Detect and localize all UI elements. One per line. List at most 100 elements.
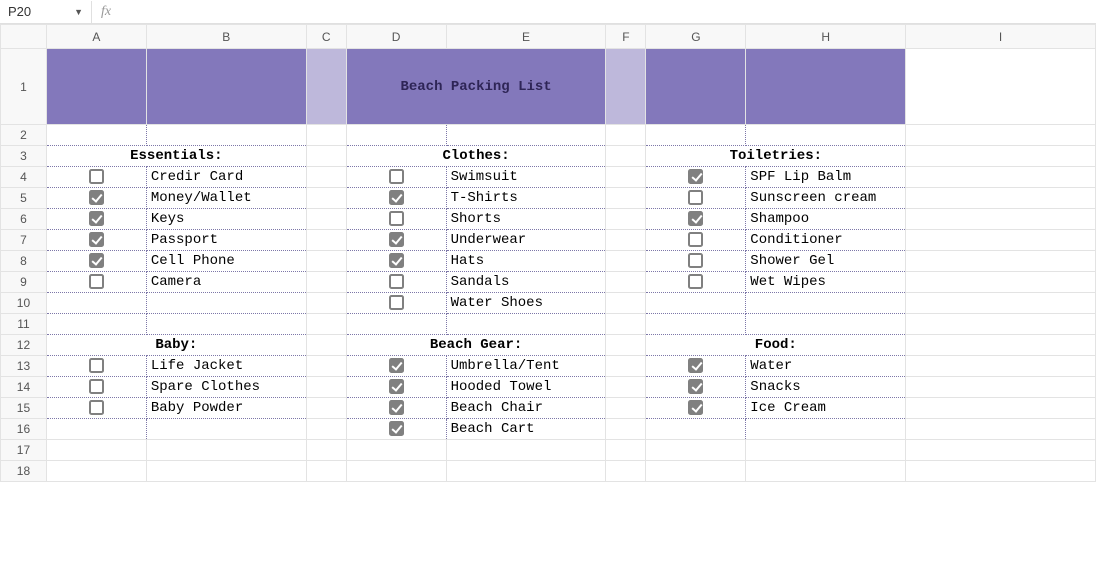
cell-F9[interactable] [606, 272, 646, 293]
checkbox-essentials-1[interactable] [46, 188, 146, 209]
item-essentials-4[interactable]: Cell Phone [146, 251, 306, 272]
item-toiletries-2[interactable]: Shampoo [746, 209, 906, 230]
item-baby-2[interactable]: Baby Powder [146, 398, 306, 419]
cell-F1[interactable] [606, 49, 646, 125]
item-beachgear-3[interactable]: Beach Cart [446, 419, 606, 440]
row-header-10[interactable]: 10 [1, 293, 47, 314]
cell-F17[interactable] [606, 440, 646, 461]
cell-I4[interactable] [906, 167, 1096, 188]
cell-F4[interactable] [606, 167, 646, 188]
formula-input[interactable] [120, 0, 1096, 23]
name-box[interactable]: P20 ▼ [0, 1, 92, 23]
item-essentials-1[interactable]: Money/Wallet [146, 188, 306, 209]
cell-I12[interactable] [906, 335, 1096, 356]
item-food-0[interactable]: Water [746, 356, 906, 377]
select-all-corner[interactable] [1, 25, 47, 49]
row-header-4[interactable]: 4 [1, 167, 47, 188]
cell-C4[interactable] [306, 167, 346, 188]
checkbox-essentials-0[interactable] [46, 167, 146, 188]
cell-C11[interactable] [306, 314, 346, 335]
cell-G2[interactable] [646, 125, 746, 146]
cell-F10[interactable] [606, 293, 646, 314]
checkbox-clothes-6[interactable] [346, 293, 446, 314]
checkbox-essentials-5[interactable] [46, 272, 146, 293]
cell-G1[interactable] [646, 49, 746, 125]
row-header-2[interactable]: 2 [1, 125, 47, 146]
cell-B10[interactable] [146, 293, 306, 314]
item-baby-0[interactable]: Life Jacket [146, 356, 306, 377]
cell-C3[interactable] [306, 146, 346, 167]
cell-F7[interactable] [606, 230, 646, 251]
checkbox-baby-2[interactable] [46, 398, 146, 419]
cell-I11[interactable] [906, 314, 1096, 335]
checkbox-clothes-5[interactable] [346, 272, 446, 293]
cell-I1[interactable] [906, 49, 1096, 125]
cell-I9[interactable] [906, 272, 1096, 293]
cell-A17[interactable] [46, 440, 146, 461]
cell-C17[interactable] [306, 440, 346, 461]
col-header-F[interactable]: F [606, 25, 646, 49]
cell-G18[interactable] [646, 461, 746, 482]
cell-G11[interactable] [646, 314, 746, 335]
checkbox-baby-1[interactable] [46, 377, 146, 398]
cell-F8[interactable] [606, 251, 646, 272]
item-toiletries-5[interactable]: Wet Wipes [746, 272, 906, 293]
checkbox-clothes-3[interactable] [346, 230, 446, 251]
checkbox-beachgear-0[interactable] [346, 356, 446, 377]
row-header-11[interactable]: 11 [1, 314, 47, 335]
checkbox-clothes-1[interactable] [346, 188, 446, 209]
cell-D17[interactable] [346, 440, 446, 461]
cell-G16[interactable] [646, 419, 746, 440]
row-header-1[interactable]: 1 [1, 49, 47, 125]
checkbox-toiletries-1[interactable] [646, 188, 746, 209]
col-header-D[interactable]: D [346, 25, 446, 49]
row-header-15[interactable]: 15 [1, 398, 47, 419]
item-food-2[interactable]: Ice Cream [746, 398, 906, 419]
item-clothes-5[interactable]: Sandals [446, 272, 606, 293]
checkbox-essentials-3[interactable] [46, 230, 146, 251]
item-toiletries-4[interactable]: Shower Gel [746, 251, 906, 272]
cell-B2[interactable] [146, 125, 306, 146]
cell-D18[interactable] [346, 461, 446, 482]
row-header-9[interactable]: 9 [1, 272, 47, 293]
item-clothes-1[interactable]: T-Shirts [446, 188, 606, 209]
cell-E2[interactable] [446, 125, 606, 146]
cell-F18[interactable] [606, 461, 646, 482]
col-header-I[interactable]: I [906, 25, 1096, 49]
row-header-14[interactable]: 14 [1, 377, 47, 398]
cell-C16[interactable] [306, 419, 346, 440]
checkbox-beachgear-1[interactable] [346, 377, 446, 398]
cell-F5[interactable] [606, 188, 646, 209]
cell-F15[interactable] [606, 398, 646, 419]
cell-C8[interactable] [306, 251, 346, 272]
cell-I18[interactable] [906, 461, 1096, 482]
item-essentials-5[interactable]: Camera [146, 272, 306, 293]
checkbox-clothes-2[interactable] [346, 209, 446, 230]
row-header-5[interactable]: 5 [1, 188, 47, 209]
spreadsheet-grid[interactable]: A B C D E F G H I 1 Beach Packing List 2… [0, 24, 1096, 482]
item-toiletries-0[interactable]: SPF Lip Balm [746, 167, 906, 188]
checkbox-food-0[interactable] [646, 356, 746, 377]
row-header-16[interactable]: 16 [1, 419, 47, 440]
checkbox-toiletries-0[interactable] [646, 167, 746, 188]
row-header-17[interactable]: 17 [1, 440, 47, 461]
cell-C15[interactable] [306, 398, 346, 419]
checkbox-clothes-0[interactable] [346, 167, 446, 188]
cell-C7[interactable] [306, 230, 346, 251]
item-essentials-0[interactable]: Credir Card [146, 167, 306, 188]
item-essentials-2[interactable]: Keys [146, 209, 306, 230]
checkbox-beachgear-3[interactable] [346, 419, 446, 440]
cell-C12[interactable] [306, 335, 346, 356]
item-essentials-3[interactable]: Passport [146, 230, 306, 251]
cell-E11[interactable] [446, 314, 606, 335]
fx-icon[interactable]: fx [92, 4, 120, 20]
section-header-clothes[interactable]: Clothes: [346, 146, 606, 167]
cell-I16[interactable] [906, 419, 1096, 440]
cell-F16[interactable] [606, 419, 646, 440]
cell-A10[interactable] [46, 293, 146, 314]
item-toiletries-3[interactable]: Conditioner [746, 230, 906, 251]
col-header-E[interactable]: E [446, 25, 606, 49]
checkbox-essentials-2[interactable] [46, 209, 146, 230]
cell-I17[interactable] [906, 440, 1096, 461]
checkbox-food-1[interactable] [646, 377, 746, 398]
